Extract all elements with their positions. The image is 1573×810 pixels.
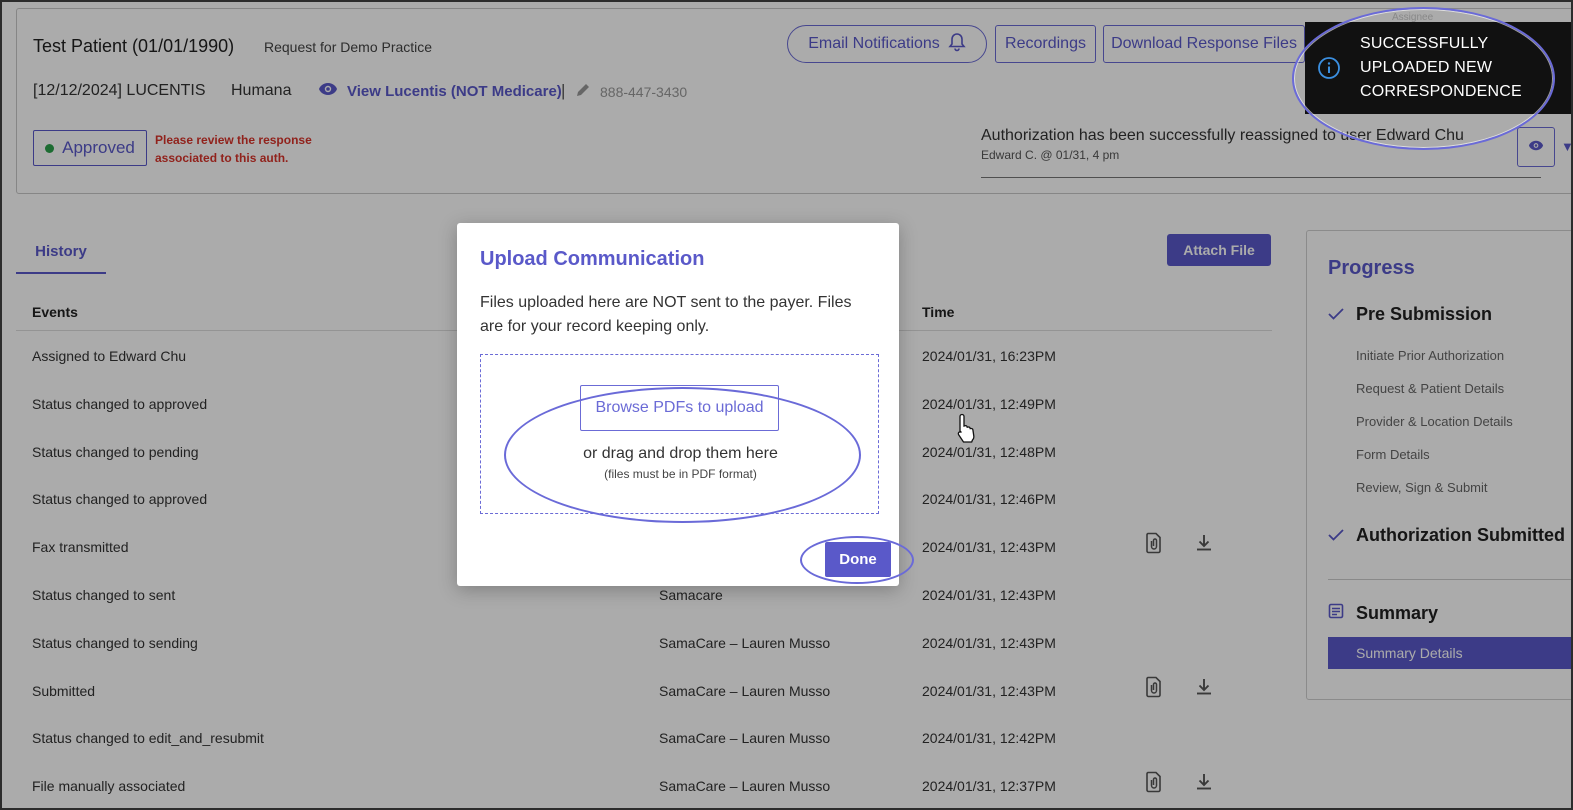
app-frame: Test Patient (01/01/1990) Request for De… [0,0,1573,810]
hand-cursor-icon [954,412,980,449]
annotation-ellipse [504,387,861,523]
dialog-title: Upload Communication [480,248,705,270]
dialog-note: Files uploaded here are NOT sent to the … [480,294,852,335]
annotation-ellipse [1292,7,1555,150]
annotation-ellipse [800,536,914,584]
